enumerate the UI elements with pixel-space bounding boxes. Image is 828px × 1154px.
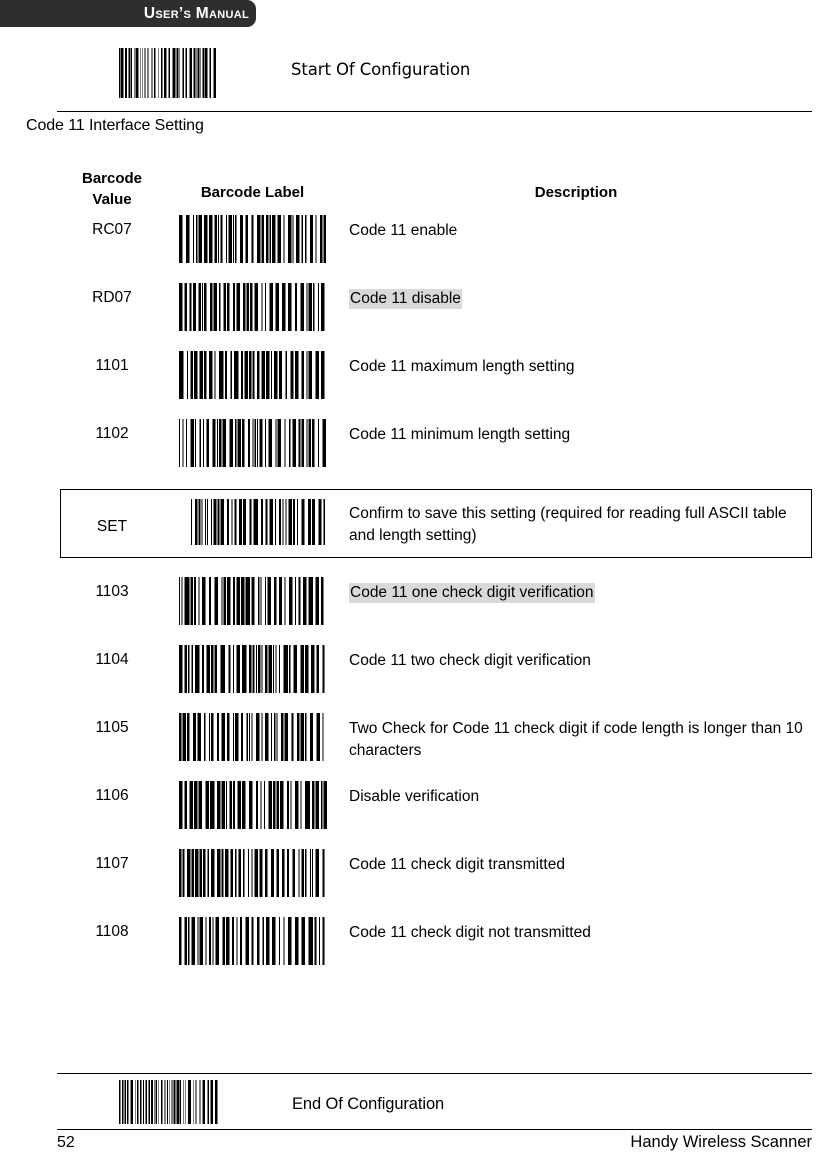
column-header-description: Description — [534, 184, 618, 201]
barcode-icon — [179, 849, 327, 897]
barcode-icon — [179, 781, 327, 829]
description-highlight: Code 11 one check digit verification — [349, 583, 595, 603]
barcode-icon — [179, 215, 327, 263]
description-cell: Code 11 check digit transmitted — [349, 856, 565, 873]
barcode-value-cell: SET — [96, 518, 128, 535]
section-title: Code 11 Interface Setting — [26, 117, 204, 134]
description-cell: Code 11 disable — [349, 288, 811, 310]
barcode-value-cell: 1106 — [95, 787, 129, 804]
description-cell: Code 11 minimum length setting — [349, 426, 571, 443]
barcode-icon — [179, 917, 327, 965]
footer-brand: Handy Wireless Scanner — [630, 1133, 812, 1151]
barcode-value-cell: 1104 — [95, 651, 129, 668]
page-title: User’s Manual — [143, 4, 249, 22]
description-cell: Code 11 enable — [349, 222, 458, 239]
barcode-value-cell: 1102 — [95, 425, 129, 442]
description-highlight: Code 11 disable — [349, 289, 462, 309]
end-of-configuration-label: End Of Configuration — [292, 1095, 445, 1113]
barcode-value-cell: 1103 — [95, 583, 129, 600]
page-number: 52 — [57, 1134, 75, 1151]
user-manual-header-bar: User’s Manual — [0, 0, 256, 27]
barcode-value-cell: RD07 — [92, 289, 132, 306]
barcode-icon — [119, 48, 219, 98]
barcode-icon — [179, 577, 327, 625]
horizontal-rule-footer-top — [57, 1073, 812, 1074]
table-header: Barcode Value Barcode Label Description — [0, 168, 828, 214]
start-of-configuration-row: Start Of Configuration — [0, 48, 828, 100]
barcode-icon — [179, 645, 327, 693]
description-cell: Two Check for Code 11 check digit if cod… — [349, 720, 803, 759]
description-cell: Code 11 two check digit verification — [349, 652, 591, 669]
start-of-configuration-label: Start Of Configuration — [291, 60, 471, 79]
barcode-icon — [179, 351, 327, 399]
column-header-barcode-value-line1: Barcode — [81, 170, 143, 187]
description-cell: Code 11 maximum length setting — [349, 358, 575, 375]
barcode-value-cell: RC07 — [92, 221, 132, 238]
description-cell: Confirm to save this setting (required f… — [349, 505, 787, 544]
column-header-barcode-value: Barcode Value — [58, 168, 166, 211]
horizontal-rule-top — [57, 111, 812, 112]
description-cell: Code 11 one check digit verification — [349, 582, 811, 604]
barcode-icon — [179, 283, 327, 331]
column-header-barcode-label: Barcode Label — [200, 184, 305, 201]
barcode-icon — [191, 499, 328, 545]
barcode-value-cell: 1101 — [95, 357, 129, 374]
barcode-value-cell: 1105 — [95, 719, 129, 736]
barcode-value-cell: 1108 — [95, 923, 129, 940]
column-header-barcode-value-line2: Value — [92, 191, 132, 209]
description-cell: Disable verification — [349, 788, 480, 805]
horizontal-rule-footer-bottom — [57, 1129, 812, 1130]
barcode-icon — [179, 713, 327, 761]
description-cell: Code 11 check digit not transmitted — [349, 924, 591, 941]
barcode-value-cell: 1107 — [95, 855, 129, 872]
barcode-icon — [119, 1080, 219, 1124]
barcode-icon — [179, 419, 327, 467]
